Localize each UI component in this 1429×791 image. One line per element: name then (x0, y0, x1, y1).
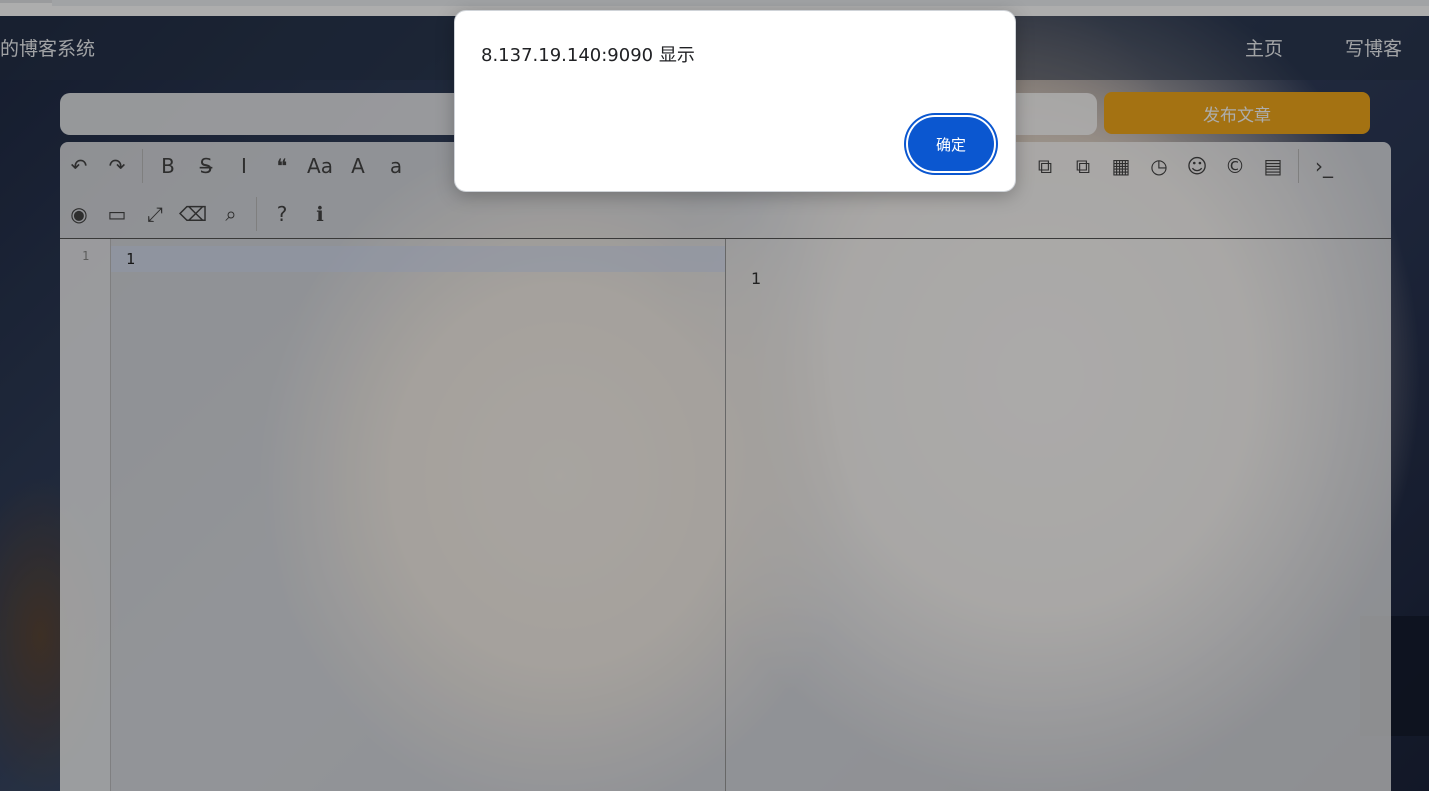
dialog-message: 8.137.19.140:9090 显示 (481, 45, 695, 66)
alert-dialog: 8.137.19.140:9090 显示 确定 (454, 10, 1016, 192)
ok-button[interactable]: 确定 (908, 117, 994, 171)
